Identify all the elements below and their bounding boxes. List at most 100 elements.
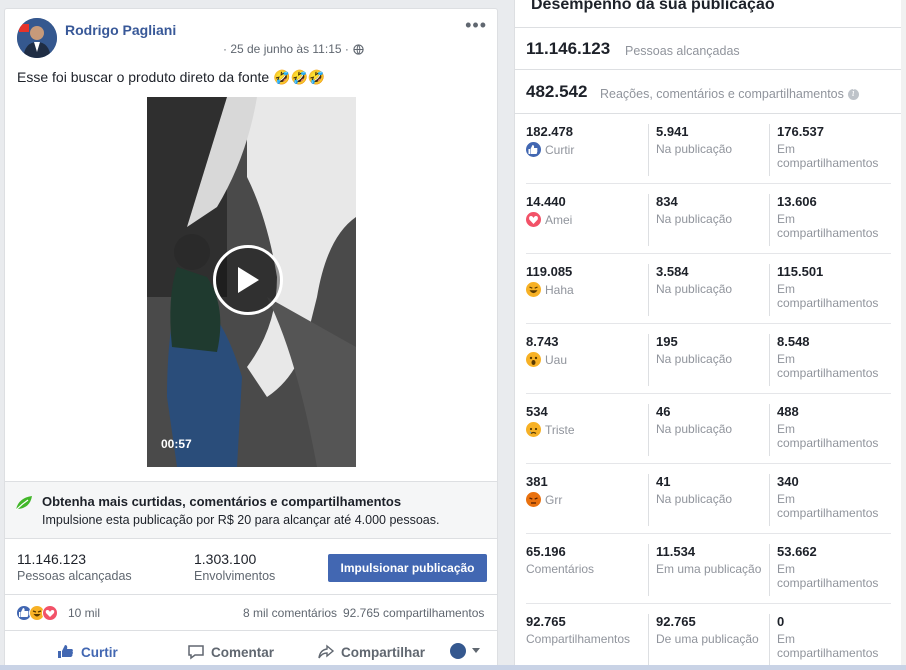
row-on-shares: 8.548 bbox=[777, 334, 810, 349]
love-icon bbox=[42, 605, 58, 621]
row-type: Haha bbox=[526, 282, 646, 297]
row-on-post-cell: 5.941 Na publicação bbox=[648, 124, 768, 176]
row-on-shares-cell: 8.548 Em compartilhamentos bbox=[769, 334, 889, 386]
globe-icon[interactable] bbox=[353, 43, 364, 55]
row-total-cell: 92.765 Compartilhamentos bbox=[526, 614, 646, 646]
row-on-post: 834 bbox=[656, 194, 678, 209]
wow-icon bbox=[526, 352, 541, 367]
insights-row: 65.196 Comentários 11.534 Em uma publicação… bbox=[515, 534, 901, 604]
post-as-selector[interactable] bbox=[450, 643, 480, 659]
post-meta: · 25 de junho às 11:15 · bbox=[223, 42, 364, 56]
post-timestamp[interactable]: · 25 de junho às 11:15 · bbox=[223, 42, 349, 56]
author-avatar[interactable] bbox=[17, 18, 57, 58]
share-label: Compartilhar bbox=[341, 644, 426, 660]
row-on-post-cell: 92.765 De uma publicação bbox=[648, 614, 768, 666]
row-type: Grr bbox=[526, 492, 646, 507]
boost-post-button[interactable]: Impulsionar publicação bbox=[328, 554, 487, 582]
insights-row: 119.085 Haha 3.584 Na publicação 115.501 Em c… bbox=[515, 254, 901, 324]
row-on-shares: 176.537 bbox=[777, 124, 824, 139]
more-options-icon[interactable]: ••• bbox=[465, 15, 487, 36]
row-on-shares-label: Em compartilhamentos bbox=[777, 632, 879, 660]
reaction-count[interactable]: 10 mil bbox=[68, 606, 100, 620]
row-label: Haha bbox=[545, 282, 574, 297]
post-header: Rodrigo Pagliani · 25 de junho às 11:15 … bbox=[5, 9, 497, 69]
haha-icon bbox=[526, 282, 541, 297]
comment-button[interactable]: Comentar bbox=[187, 643, 274, 661]
row-on-shares-cell: 488 Em compartilhamentos bbox=[769, 404, 889, 456]
like-button[interactable]: Curtir bbox=[57, 643, 118, 661]
insights-header: Desempenho da sua publicação bbox=[515, 0, 901, 28]
comments-count[interactable]: 8 mil comentários bbox=[243, 606, 337, 620]
engagement-value: 1.303.100 bbox=[194, 551, 257, 567]
insights-engagement-label: Reações, comentários e compartilhamentos bbox=[600, 87, 844, 101]
row-label: Amei bbox=[545, 212, 573, 227]
boost-subtitle: Impulsione esta publicação por R$ 20 par… bbox=[42, 513, 440, 527]
row-on-post: 195 bbox=[656, 334, 678, 349]
reach-value: 11.146.123 bbox=[17, 551, 87, 567]
row-total: 381 bbox=[526, 474, 548, 489]
row-type: Comentários bbox=[526, 562, 646, 576]
row-on-post-label: Na publicação bbox=[656, 422, 733, 436]
row-total: 14.440 bbox=[526, 194, 566, 209]
row-total: 8.743 bbox=[526, 334, 559, 349]
row-on-shares-cell: 115.501 Em compartilhamentos bbox=[769, 264, 889, 316]
row-label: Uau bbox=[545, 352, 568, 367]
shares-count[interactable]: 92.765 compartilhamentos bbox=[343, 606, 484, 620]
play-icon bbox=[238, 267, 259, 293]
thumbs-up-icon bbox=[58, 645, 73, 658]
insights-engagement-label-wrap: Reações, comentários e compartilhamentos… bbox=[600, 87, 859, 101]
row-total: 65.196 bbox=[526, 544, 566, 559]
taskbar-strip bbox=[0, 665, 906, 670]
post-card: Rodrigo Pagliani · 25 de junho às 11:15 … bbox=[4, 8, 498, 670]
sad-icon bbox=[526, 422, 541, 437]
reactions-summary: 10 mil 8 mil comentários 92.765 comparti… bbox=[5, 595, 497, 631]
insights-row: 534 Triste 46 Na publicação 488 Em compartilh… bbox=[515, 394, 901, 464]
row-on-shares: 53.662 bbox=[777, 544, 817, 559]
row-on-shares-label: Em compartilhamentos bbox=[777, 142, 879, 170]
row-on-post-cell: 46 Na publicação bbox=[648, 404, 768, 456]
row-type: Curtir bbox=[526, 142, 646, 157]
row-on-post-cell: 41 Na publicação bbox=[648, 474, 768, 526]
row-type: Compartilhamentos bbox=[526, 632, 646, 646]
row-on-post-cell: 11.534 Em uma publicação bbox=[648, 544, 768, 596]
post-text: Esse foi buscar o produto direto da font… bbox=[17, 69, 326, 85]
row-total: 119.085 bbox=[526, 264, 573, 279]
share-icon bbox=[318, 644, 335, 659]
insights-breakdown: 182.478 Curtir 5.941 Na publicação 176.537 Em… bbox=[515, 114, 901, 670]
insights-reach-label: Pessoas alcançadas bbox=[625, 44, 740, 58]
scrollbar[interactable] bbox=[901, 0, 906, 670]
like-icon bbox=[526, 142, 541, 157]
insights-engagement: 482.542 Reações, comentários e compartil… bbox=[515, 70, 901, 114]
row-label: Grr bbox=[545, 492, 563, 507]
row-on-post: 11.534 bbox=[656, 544, 696, 559]
video-player[interactable]: 00:57 bbox=[147, 97, 356, 467]
share-button[interactable]: Compartilhar bbox=[317, 643, 425, 661]
reaction-icons[interactable] bbox=[16, 605, 58, 621]
info-icon[interactable]: i bbox=[847, 88, 859, 100]
row-on-shares-cell: 53.662 Em compartilhamentos bbox=[769, 544, 889, 596]
post-stats: 11.146.123 Pessoas alcançadas 1.303.100 … bbox=[5, 539, 497, 595]
row-type: Amei bbox=[526, 212, 646, 227]
row-on-shares: 488 bbox=[777, 404, 799, 419]
row-total-cell: 381 Grr bbox=[526, 474, 646, 507]
row-total-cell: 8.743 Uau bbox=[526, 334, 646, 367]
row-on-post-cell: 195 Na publicação bbox=[648, 334, 768, 386]
row-on-shares-cell: 340 Em compartilhamentos bbox=[769, 474, 889, 526]
row-on-post-label: De uma publicação bbox=[656, 632, 759, 646]
row-total-cell: 182.478 Curtir bbox=[526, 124, 646, 157]
insights-row: 14.440 Amei 834 Na publicação 13.606 Em compa… bbox=[515, 184, 901, 254]
row-total-cell: 14.440 Amei bbox=[526, 194, 646, 227]
row-total-cell: 65.196 Comentários bbox=[526, 544, 646, 576]
row-total-cell: 119.085 Haha bbox=[526, 264, 646, 297]
row-on-post: 3.584 bbox=[656, 264, 689, 279]
row-label: Compartilhamentos bbox=[526, 632, 631, 646]
angry-icon bbox=[526, 492, 541, 507]
row-on-post: 41 bbox=[656, 474, 671, 489]
play-button[interactable] bbox=[213, 245, 283, 315]
insights-engagement-value: 482.542 bbox=[526, 82, 588, 101]
engagement-label: Envolvimentos bbox=[194, 569, 276, 583]
page-avatar-icon bbox=[450, 643, 466, 659]
insights-reach-value: 11.146.123 bbox=[526, 39, 611, 58]
author-name[interactable]: Rodrigo Pagliani bbox=[65, 22, 176, 38]
row-on-shares: 13.606 bbox=[777, 194, 817, 209]
